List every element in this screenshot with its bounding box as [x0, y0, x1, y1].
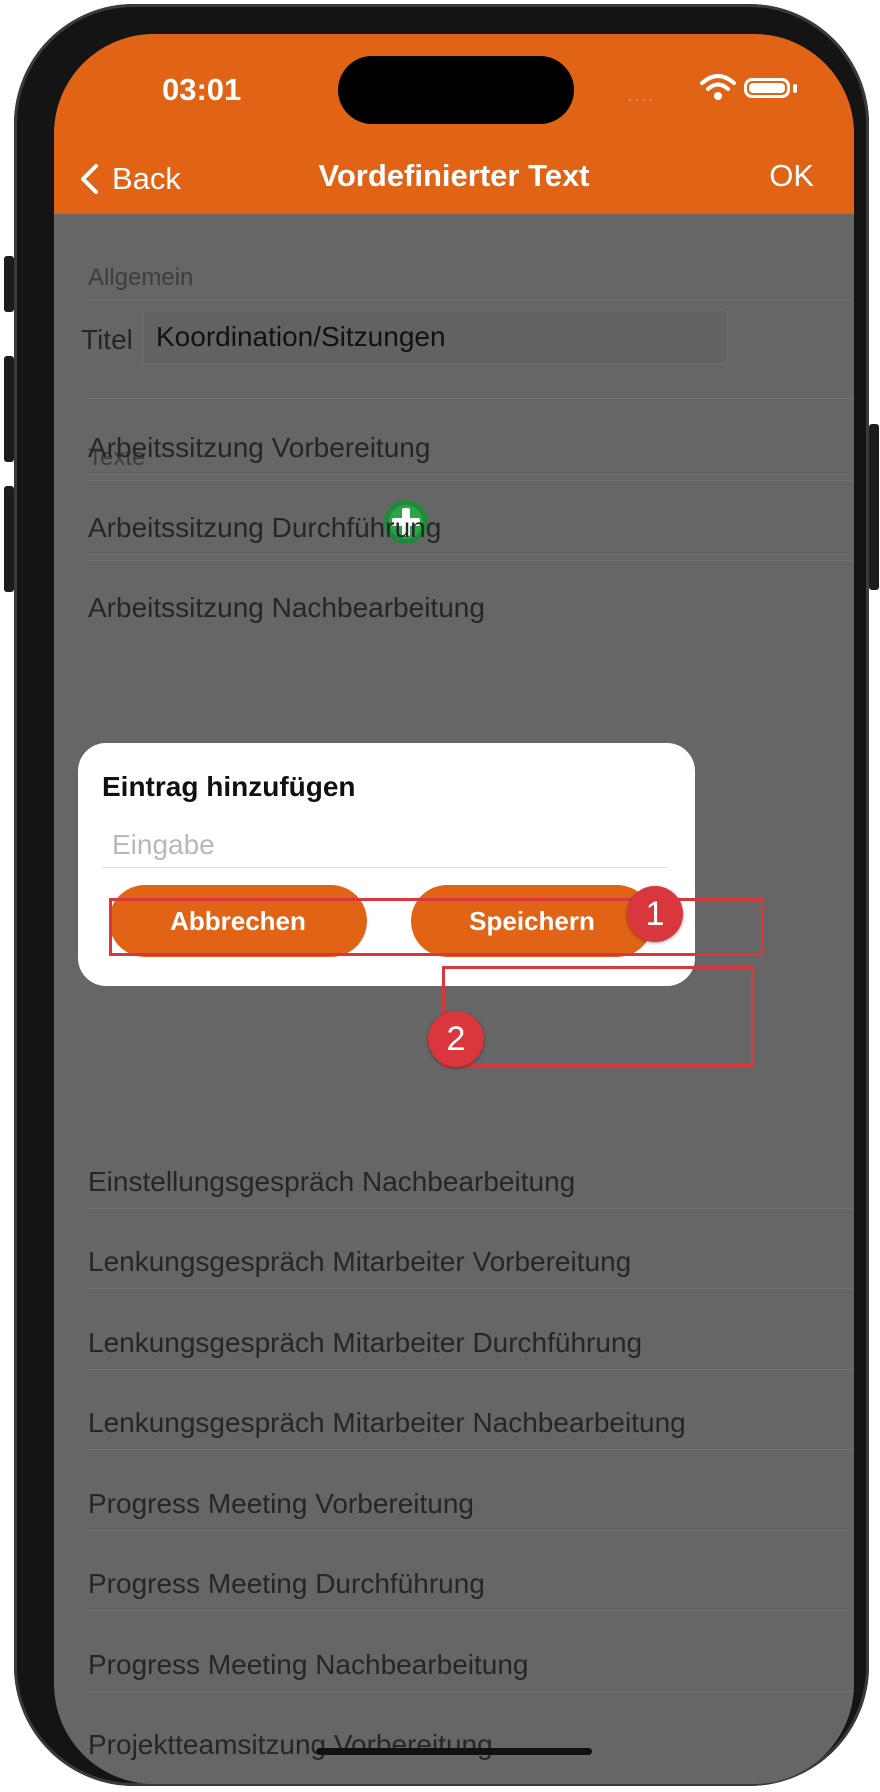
- ok-button[interactable]: OK: [769, 158, 814, 194]
- separator: [88, 300, 854, 301]
- list-item[interactable]: Arbeitssitzung Nachbearbeitung: [88, 592, 485, 624]
- separator: [88, 1691, 854, 1692]
- list-item[interactable]: Projektteamsitzung Vorbereitung: [88, 1729, 493, 1761]
- separator: [88, 1610, 854, 1611]
- list-item[interactable]: Einstellungsgespräch Nachbearbeitung: [88, 1166, 575, 1198]
- volume-up-button: [4, 356, 14, 462]
- separator: [88, 1449, 854, 1450]
- title-label: Titel: [81, 324, 133, 355]
- mute-switch: [4, 256, 14, 312]
- step-marker-1: 1: [627, 886, 683, 942]
- battery-cap: [793, 84, 797, 93]
- list-item[interactable]: Progress Meeting Durchführung: [88, 1568, 485, 1600]
- input-underline: [102, 867, 667, 868]
- separator: [88, 1369, 854, 1370]
- power-button: [869, 424, 879, 590]
- separator: [88, 1530, 854, 1531]
- dialog-title: Eintrag hinzufügen: [102, 771, 356, 802]
- navigation-bar: 03:01 .... Back Vordefinierter Text OK: [54, 34, 854, 214]
- separator: [88, 554, 854, 555]
- separator: [88, 560, 854, 561]
- cellular-signal-icon: ....: [628, 88, 656, 104]
- battery-icon: [744, 78, 790, 98]
- dynamic-island: [338, 56, 574, 124]
- volume-down-button: [4, 486, 14, 592]
- home-indicator: [316, 1748, 592, 1755]
- title-field[interactable]: Koordination/Sitzungen: [143, 310, 727, 364]
- list-item[interactable]: Arbeitssitzung Vorbereitung: [88, 432, 430, 464]
- list-item[interactable]: Progress Meeting Vorbereitung: [88, 1488, 474, 1520]
- separator: [88, 480, 854, 481]
- separator: [88, 1288, 854, 1289]
- page-title: Vordefinierter Text: [318, 158, 590, 193]
- section-header-general: Allgemein: [88, 264, 194, 291]
- status-time: 03:01: [162, 72, 242, 107]
- list-item[interactable]: Lenkungsgespräch Mitarbeiter Durchführun…: [88, 1327, 642, 1359]
- separator: [88, 1208, 854, 1209]
- separator: [88, 474, 854, 475]
- list-item[interactable]: Arbeitssitzung Durchführung: [88, 512, 441, 544]
- entry-input[interactable]: [102, 823, 687, 867]
- wifi-icon: [700, 74, 736, 100]
- separator: [88, 398, 854, 399]
- list-item[interactable]: Progress Meeting Nachbearbeitung: [88, 1649, 528, 1681]
- list-item[interactable]: Lenkungsgespräch Mitarbeiter Vorbereitun…: [88, 1246, 631, 1278]
- step-marker-2: 2: [428, 1011, 484, 1067]
- save-highlight-box: [442, 966, 754, 1067]
- list-item[interactable]: Lenkungsgespräch Mitarbeiter Nachbearbei…: [88, 1407, 686, 1439]
